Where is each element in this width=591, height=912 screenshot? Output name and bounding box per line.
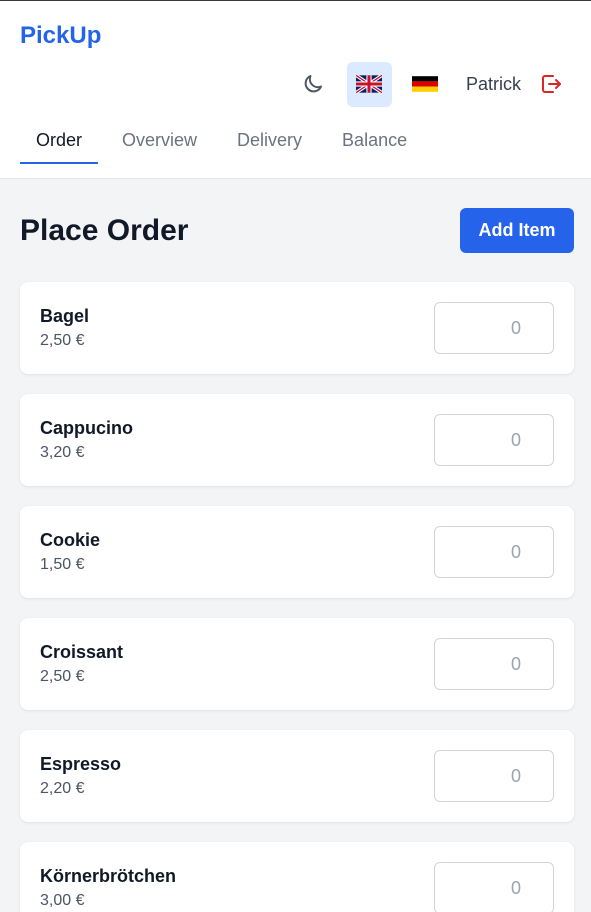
tab-order[interactable]: Order: [20, 121, 99, 164]
quantity-input[interactable]: [434, 862, 554, 912]
item-info: Croissant 2,50 €: [40, 642, 123, 686]
language-english-button[interactable]: [346, 61, 392, 107]
item-info: Körnerbrötchen 3,00 €: [40, 866, 176, 910]
theme-toggle-button[interactable]: [291, 62, 336, 107]
list-item: Espresso 2,20 €: [20, 730, 574, 822]
item-info: Cappucino 3,20 €: [40, 418, 133, 462]
uk-flag-icon: [356, 75, 383, 93]
item-info: Cookie 1,50 €: [40, 530, 100, 574]
item-price: 2,20 €: [40, 780, 85, 797]
item-name: Körnerbrötchen: [40, 866, 177, 886]
app-logo[interactable]: PickUp: [20, 22, 101, 50]
username-label: Patrick: [465, 73, 521, 94]
item-price: 2,50 €: [40, 668, 85, 685]
item-price: 1,50 €: [40, 556, 85, 573]
language-german-button[interactable]: [403, 62, 448, 107]
quantity-input[interactable]: [434, 638, 554, 690]
list-item: Cookie 1,50 €: [20, 506, 574, 598]
item-list: Bagel 2,50 € Cappucino 3,20 € Cookie 1,5…: [20, 282, 574, 912]
item-info: Espresso 2,20 €: [40, 754, 121, 798]
list-item: Körnerbrötchen 3,00 €: [20, 842, 574, 912]
main-content: Place Order Add Item Bagel 2,50 € Cappuc…: [0, 208, 591, 912]
logout-icon: [542, 75, 561, 93]
item-name: Espresso: [40, 754, 122, 774]
tab-overview[interactable]: Overview: [106, 121, 213, 164]
top-bar: PickUp Patrick Order Overview Delivery B…: [0, 0, 591, 179]
item-price: 3,00 €: [40, 892, 85, 909]
item-info: Bagel 2,50 €: [40, 306, 89, 350]
page-title: Place Order: [20, 213, 189, 247]
page-header: Place Order Add Item: [20, 208, 574, 253]
item-name: Cappucino: [40, 418, 133, 438]
nav-tabs: Order Overview Delivery Balance: [20, 121, 431, 164]
quantity-input[interactable]: [434, 750, 554, 802]
item-name: Croissant: [40, 642, 124, 662]
list-item: Bagel 2,50 €: [20, 282, 574, 374]
item-price: 2,50 €: [40, 332, 85, 349]
tab-balance[interactable]: Balance: [326, 121, 423, 164]
item-price: 3,20 €: [40, 444, 85, 461]
quantity-input[interactable]: [434, 302, 554, 354]
item-name: Cookie: [40, 530, 101, 550]
list-item: Croissant 2,50 €: [20, 618, 574, 710]
tab-delivery[interactable]: Delivery: [221, 121, 318, 164]
logout-button[interactable]: [539, 72, 563, 96]
quantity-input[interactable]: [434, 526, 554, 578]
header-actions: Patrick: [280, 61, 563, 107]
quantity-input[interactable]: [434, 414, 554, 466]
germany-flag-icon: [412, 76, 439, 92]
moon-icon: [305, 75, 323, 93]
add-item-button[interactable]: Add Item: [460, 208, 574, 253]
item-name: Bagel: [40, 306, 90, 326]
list-item: Cappucino 3,20 €: [20, 394, 574, 486]
